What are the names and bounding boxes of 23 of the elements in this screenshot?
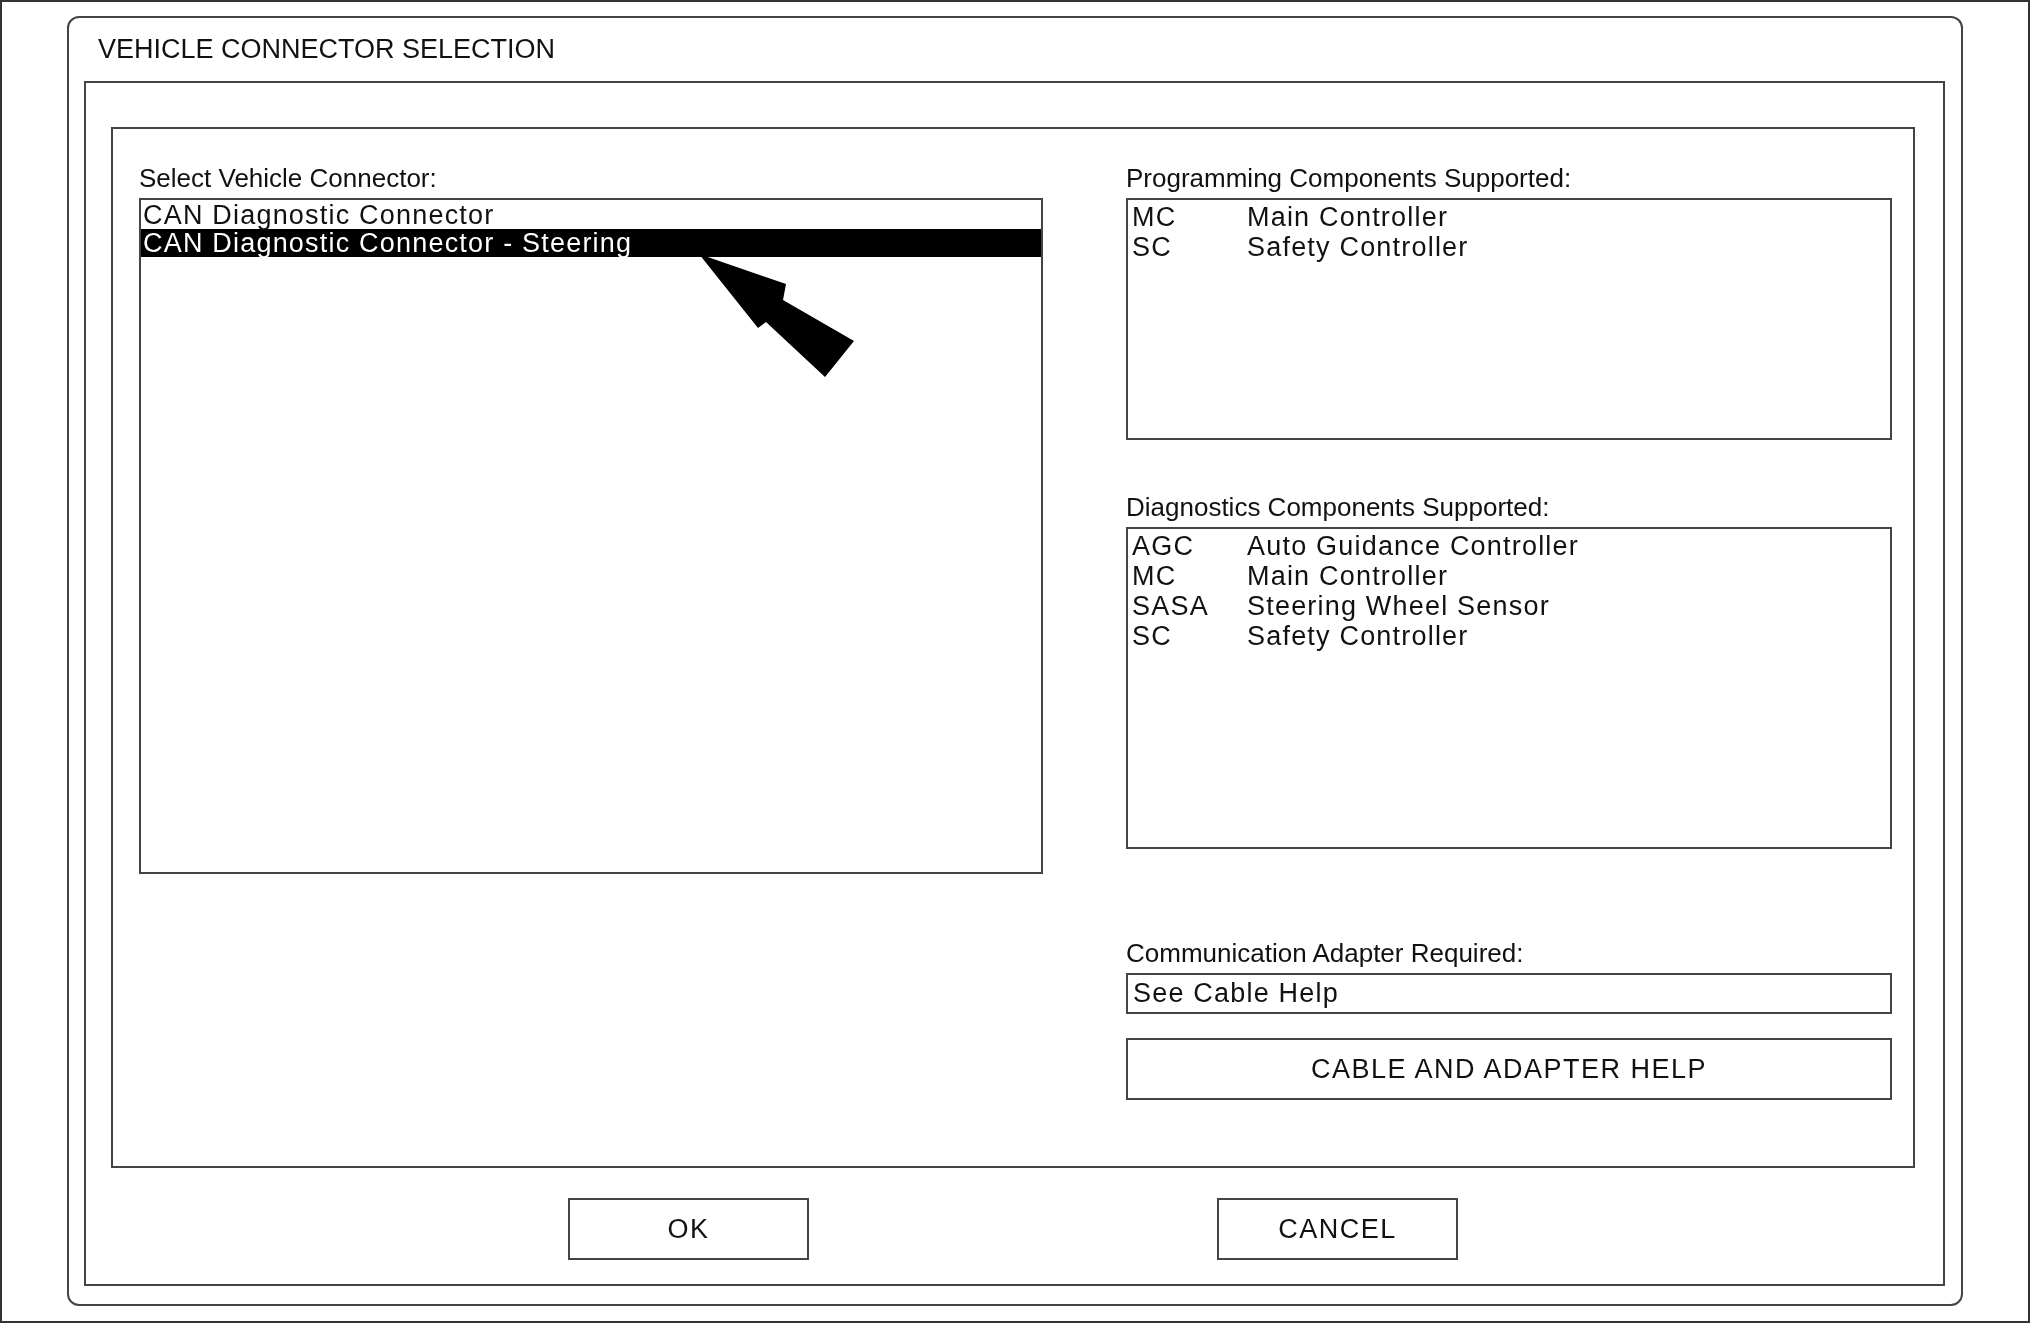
cable-help-button[interactable]: CABLE AND ADAPTER HELP <box>1126 1038 1892 1100</box>
field-label: Communication Adapter Required: <box>1126 938 1525 970</box>
component-code: AGC <box>1132 532 1196 560</box>
field-label: Diagnostics Components Supported: <box>1126 492 1551 524</box>
component-code: SC <box>1132 233 1173 261</box>
ok-button[interactable]: OK <box>568 1198 809 1260</box>
component-name: Main Controller <box>1247 562 1449 590</box>
dialog-title: VEHICLE CONNECTOR SELECTION <box>97 33 557 66</box>
component-name: Safety Controller <box>1247 622 1469 650</box>
component-name: Main Controller <box>1247 203 1449 231</box>
adapter-field: See Cable Help <box>1126 973 1892 1014</box>
field-label: Programming Components Supported: <box>1126 163 1573 195</box>
component-name: Auto Guidance Controller <box>1247 532 1579 560</box>
component-code: SC <box>1132 622 1173 650</box>
component-name: Safety Controller <box>1247 233 1469 261</box>
cancel-button[interactable]: CANCEL <box>1217 1198 1458 1260</box>
field-label: Select Vehicle Connector: <box>139 163 438 195</box>
list-item[interactable]: CAN Diagnostic Connector - Steering <box>141 229 1041 257</box>
component-code: MC <box>1132 203 1178 231</box>
component-name: Steering Wheel Sensor <box>1247 592 1550 620</box>
component-code: SASA <box>1132 592 1210 620</box>
list-item[interactable]: CAN Diagnostic Connector <box>141 201 1041 229</box>
component-code: MC <box>1132 562 1178 590</box>
